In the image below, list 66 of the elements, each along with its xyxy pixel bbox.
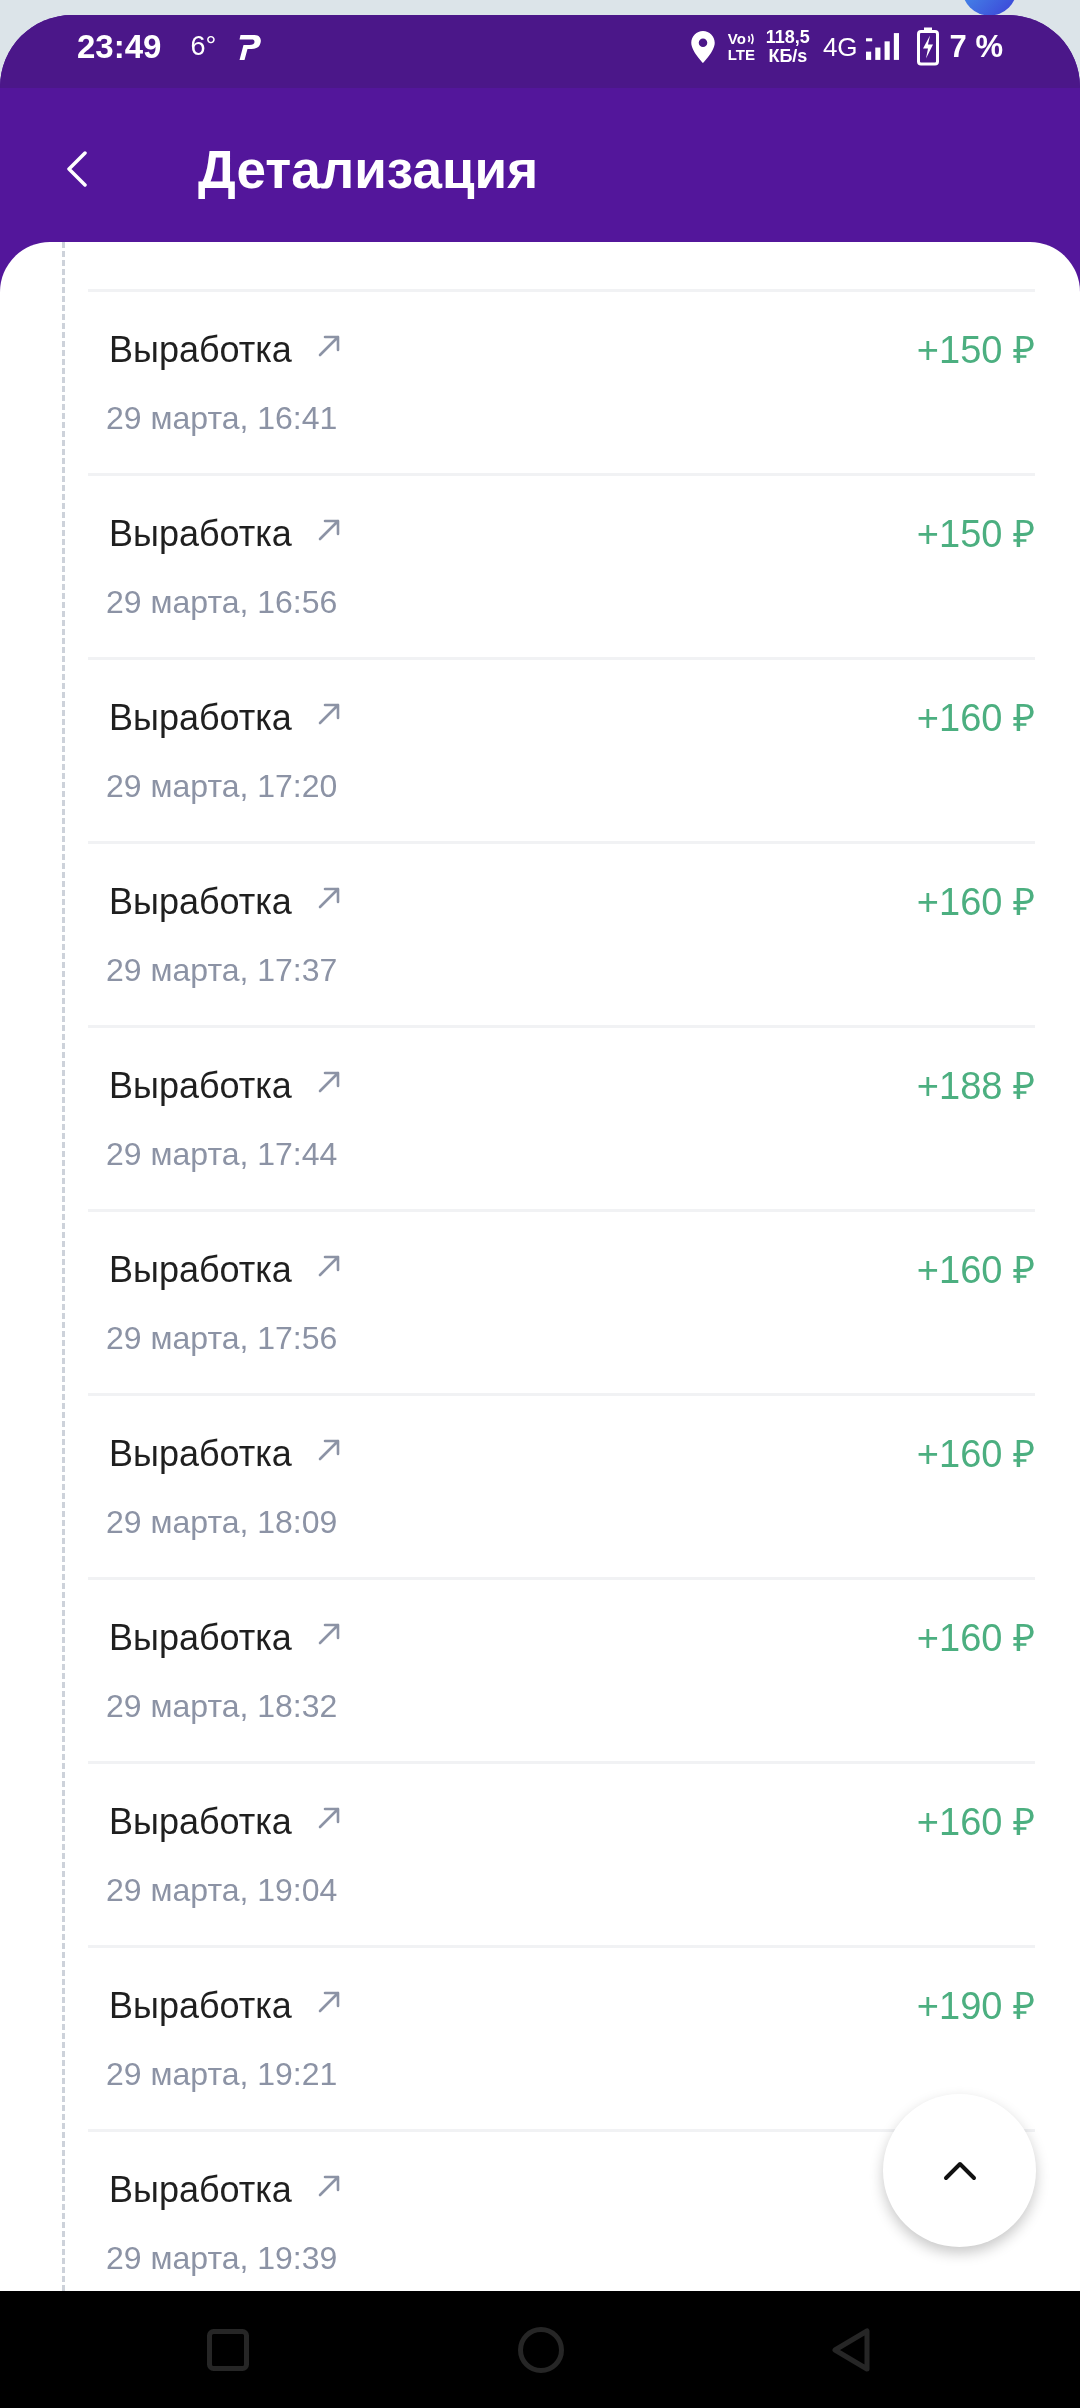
scroll-top-button[interactable] — [883, 2094, 1036, 2247]
p-logo-icon — [238, 32, 264, 61]
back-chevron-icon — [66, 151, 88, 187]
speed-unit: КБ/s — [768, 46, 808, 66]
square-icon — [207, 2328, 249, 2371]
status-time: 23:49 — [77, 30, 162, 63]
transaction-date: 29 марта, 16:41 — [106, 399, 338, 438]
transaction-title: Выработка — [109, 1250, 292, 1290]
transaction-date: 29 марта, 19:21 — [106, 2055, 338, 2094]
transaction-title: Выработка — [109, 698, 292, 738]
arrow-up-right-icon — [317, 1255, 340, 1277]
transaction-title: Выработка — [109, 1066, 292, 1106]
back-nav-button[interactable] — [830, 2326, 872, 2373]
transaction-title: Выработка — [109, 330, 292, 370]
transaction-title: Выработка — [109, 1986, 292, 2026]
arrow-up-right-icon — [317, 1439, 340, 1461]
battery-charging-icon — [916, 27, 939, 66]
transaction-title: Выработка — [109, 1618, 292, 1658]
arrow-up-right-icon — [317, 1991, 340, 2013]
arrow-up-right-icon — [317, 335, 340, 357]
transaction-amount: +188 ₽ — [916, 1066, 1035, 1106]
transaction-date: 29 марта, 17:56 — [106, 1319, 338, 1358]
chevron-up-icon — [942, 2160, 977, 2181]
transaction-date: 29 марта, 17:44 — [106, 1135, 338, 1174]
battery-percent: 7 % — [949, 31, 1003, 62]
arrow-up-right-icon — [317, 1623, 340, 1645]
transaction-amount: +160 ₽ — [916, 1618, 1035, 1658]
transaction-title: Выработка — [109, 514, 292, 554]
transaction-amount: +160 ₽ — [916, 1802, 1035, 1842]
transaction-amount: +160 ₽ — [916, 698, 1035, 738]
network-type: 4G — [822, 33, 858, 60]
signal-bars-icon — [865, 33, 899, 60]
arrow-up-right-icon — [317, 887, 340, 909]
status-temperature: 6° — [190, 33, 217, 60]
arrow-up-right-icon — [317, 519, 340, 541]
transaction-date: 29 марта, 19:04 — [106, 1871, 338, 1910]
transaction-title: Выработка — [109, 1434, 292, 1474]
triangle-icon — [831, 2327, 871, 2372]
circle-icon — [518, 2326, 564, 2373]
transaction-title: Выработка — [109, 1802, 292, 1842]
transaction-amount: +150 ₽ — [916, 514, 1035, 554]
transaction-date: 29 марта, 18:32 — [106, 1687, 338, 1726]
arrow-up-right-icon — [317, 2175, 340, 2197]
arrow-up-right-icon — [317, 703, 340, 725]
transaction-date: 29 марта, 19:39 — [106, 2239, 338, 2278]
volte-label: Vo — [727, 30, 746, 47]
transaction-amount: +190 ₽ — [916, 1986, 1035, 2026]
transaction-amount: +160 ₽ — [916, 882, 1035, 922]
transaction-date: 29 марта, 17:20 — [106, 767, 338, 806]
arrow-up-right-icon — [317, 1807, 340, 1829]
transaction-title: Выработка — [109, 882, 292, 922]
round-app-icon — [962, 0, 1017, 15]
location-pin-icon — [690, 30, 715, 63]
transaction-date: 29 марта, 17:37 — [106, 951, 338, 990]
transaction-date: 29 марта, 16:56 — [106, 583, 338, 622]
arrow-up-right-icon — [317, 1071, 340, 1093]
speed-value: 118,5 — [765, 27, 810, 47]
transaction-amount: +150 ₽ — [916, 330, 1035, 370]
transaction-date: 29 марта, 18:09 — [106, 1503, 338, 1542]
recent-apps-button[interactable] — [205, 2326, 251, 2373]
transaction-amount: +160 ₽ — [916, 1250, 1035, 1290]
transaction-amount: +160 ₽ — [916, 1434, 1035, 1474]
home-button[interactable] — [517, 2325, 565, 2374]
transaction-title: Выработка — [109, 2170, 292, 2210]
waves-icon — [746, 32, 756, 45]
lte-label: LTE — [727, 46, 755, 63]
